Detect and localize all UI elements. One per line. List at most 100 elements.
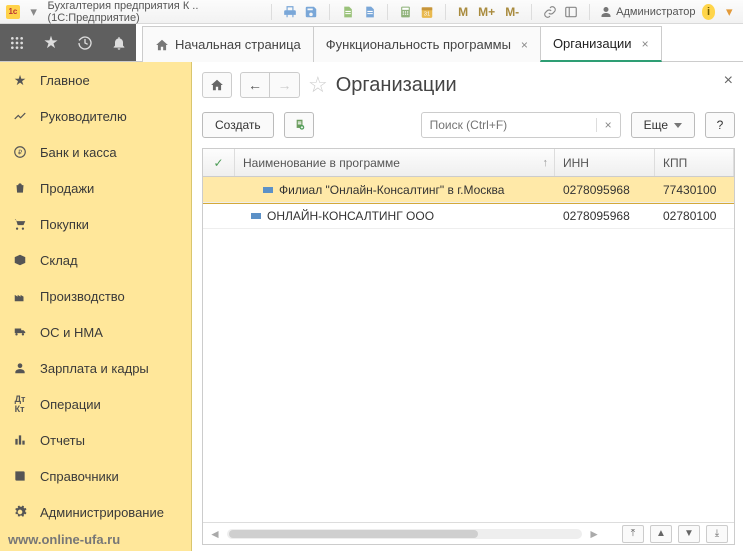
help-button[interactable]: ? — [705, 112, 735, 138]
page-down-button[interactable]: ▼ — [678, 525, 700, 543]
sidebar-item-assets[interactable]: ОС и НМА — [0, 314, 191, 350]
sidebar-item-admin[interactable]: Администрирование — [0, 494, 191, 530]
calendar-icon[interactable]: 31 — [420, 3, 436, 21]
dropdown-icon[interactable]: ▾ — [26, 3, 42, 21]
tab-close-icon[interactable]: × — [642, 37, 649, 51]
cell-kpp: 77430100 — [663, 183, 716, 197]
sidebar-item-label: Банк и касса — [40, 145, 117, 160]
scroll-left-icon[interactable]: ◄ — [209, 527, 221, 541]
sidebar-item-label: Производство — [40, 289, 125, 304]
nav-forward-button[interactable]: → — [270, 72, 300, 98]
sidebar-item-main[interactable]: ★Главное — [0, 62, 191, 98]
sidebar-item-label: Администрирование — [40, 505, 164, 520]
user-label: Администратор — [616, 6, 695, 18]
gear-icon — [12, 504, 28, 520]
save-icon[interactable] — [304, 3, 320, 21]
table-row[interactable]: ОНЛАЙН-КОНСАЛТИНГ ООО 0278095968 0278010… — [203, 203, 734, 229]
col-kpp[interactable]: КПП — [655, 149, 734, 176]
app-logo-icon: 1c — [6, 5, 20, 19]
search-input[interactable] — [422, 118, 596, 132]
sidebar-item-label: Руководителю — [40, 109, 127, 124]
sidebar-item-label: ОС и НМА — [40, 325, 103, 340]
favorite-star-icon[interactable]: ☆ — [308, 72, 328, 98]
footer-url: www.online-ufa.ru — [8, 532, 120, 547]
user-icon — [600, 6, 612, 18]
nav-home-button[interactable] — [202, 72, 232, 98]
sidebar-item-manager[interactable]: Руководителю — [0, 98, 191, 134]
ops-icon: ДтКт — [12, 396, 28, 412]
apps-icon[interactable] — [0, 24, 34, 62]
page-up-button[interactable]: ▲ — [650, 525, 672, 543]
close-icon[interactable]: × — [724, 72, 733, 90]
create-button[interactable]: Создать — [202, 112, 274, 138]
book-icon — [12, 468, 28, 484]
sidebar-item-label: Зарплата и кадры — [40, 361, 149, 376]
doc1-icon[interactable] — [340, 3, 356, 21]
calculator-icon[interactable] — [398, 3, 414, 21]
ruble-icon: ₽ — [12, 144, 28, 160]
memory-mplus-button[interactable]: M+ — [476, 5, 497, 19]
sidebar-item-production[interactable]: Производство — [0, 278, 191, 314]
print-icon[interactable] — [282, 3, 298, 21]
page-first-button[interactable]: ⤒ — [622, 525, 644, 543]
sidebar: ★Главное Руководителю ₽ Банк и касса Прод… — [0, 62, 192, 551]
history-icon[interactable] — [68, 24, 102, 62]
sidebar-item-label: Операции — [40, 397, 101, 412]
doc2-icon[interactable] — [362, 3, 378, 21]
truck-icon — [12, 324, 28, 340]
col-name[interactable]: Наименование в программе — [235, 149, 555, 176]
current-user[interactable]: Администратор — [600, 6, 695, 18]
copy-button[interactable] — [284, 112, 314, 138]
svg-text:31: 31 — [424, 11, 430, 17]
nav-back-button[interactable]: ← — [240, 72, 270, 98]
sidebar-item-label: Отчеты — [40, 433, 85, 448]
memory-m-button[interactable]: M — [456, 5, 470, 19]
col-check[interactable]: ✓ — [203, 149, 235, 176]
info-icon[interactable]: i — [702, 4, 716, 20]
sidebar-item-payroll[interactable]: Зарплата и кадры — [0, 350, 191, 386]
tab-label: Организации — [553, 36, 632, 51]
cart-icon — [12, 216, 28, 232]
table-row[interactable]: Филиал "Онлайн-Консалтинг" в г.Москва 02… — [203, 177, 734, 203]
row-icon — [263, 187, 273, 193]
factory-icon — [12, 288, 28, 304]
tab-close-icon[interactable]: × — [521, 38, 528, 52]
sidebar-item-catalogs[interactable]: Справочники — [0, 458, 191, 494]
tab-label: Начальная страница — [175, 37, 301, 52]
sidebar-item-operations[interactable]: ДтКт Операции — [0, 386, 191, 422]
link-icon[interactable] — [542, 3, 558, 21]
home-icon — [155, 38, 169, 52]
col-inn[interactable]: ИНН — [555, 149, 655, 176]
panel-icon[interactable] — [564, 3, 580, 21]
horizontal-scrollbar[interactable] — [227, 529, 582, 539]
box-icon — [12, 252, 28, 268]
app-title: Бухгалтерия предприятия К .. (1С:Предпри… — [47, 0, 261, 24]
tab-home[interactable]: Начальная страница — [142, 26, 314, 62]
sidebar-item-bank[interactable]: ₽ Банк и касса — [0, 134, 191, 170]
search-input-wrap: × — [421, 112, 621, 138]
cell-name: Филиал "Онлайн-Консалтинг" в г.Москва — [279, 183, 504, 197]
organizations-table: ✓ Наименование в программе ИНН КПП Филиа… — [202, 148, 735, 545]
star-icon: ★ — [12, 72, 28, 88]
tab-functionality[interactable]: Функциональность программы × — [313, 26, 541, 62]
menu-dropdown-icon[interactable]: ▾ — [721, 3, 737, 21]
sidebar-item-warehouse[interactable]: Склад — [0, 242, 191, 278]
sidebar-item-label: Покупки — [40, 217, 89, 232]
favorites-icon[interactable]: ★ — [34, 24, 68, 62]
sidebar-item-sales[interactable]: Продажи — [0, 170, 191, 206]
cell-name: ОНЛАЙН-КОНСАЛТИНГ ООО — [267, 209, 434, 223]
tab-label: Функциональность программы — [326, 37, 511, 52]
page-title: Организации — [336, 74, 457, 97]
trend-icon — [12, 108, 28, 124]
scroll-right-icon[interactable]: ► — [588, 527, 600, 541]
search-clear-icon[interactable]: × — [596, 118, 620, 132]
titlebar: 1c ▾ Бухгалтерия предприятия К .. (1С:Пр… — [0, 0, 743, 24]
page-last-button[interactable]: ⤓ — [706, 525, 728, 543]
sidebar-item-reports[interactable]: Отчеты — [0, 422, 191, 458]
sidebar-item-purchases[interactable]: Покупки — [0, 206, 191, 242]
notifications-icon[interactable] — [102, 24, 136, 62]
more-button[interactable]: Еще — [631, 112, 695, 138]
tab-organizations[interactable]: Организации × — [540, 26, 662, 62]
sidebar-item-label: Справочники — [40, 469, 119, 484]
memory-mminus-button[interactable]: M- — [503, 5, 521, 19]
